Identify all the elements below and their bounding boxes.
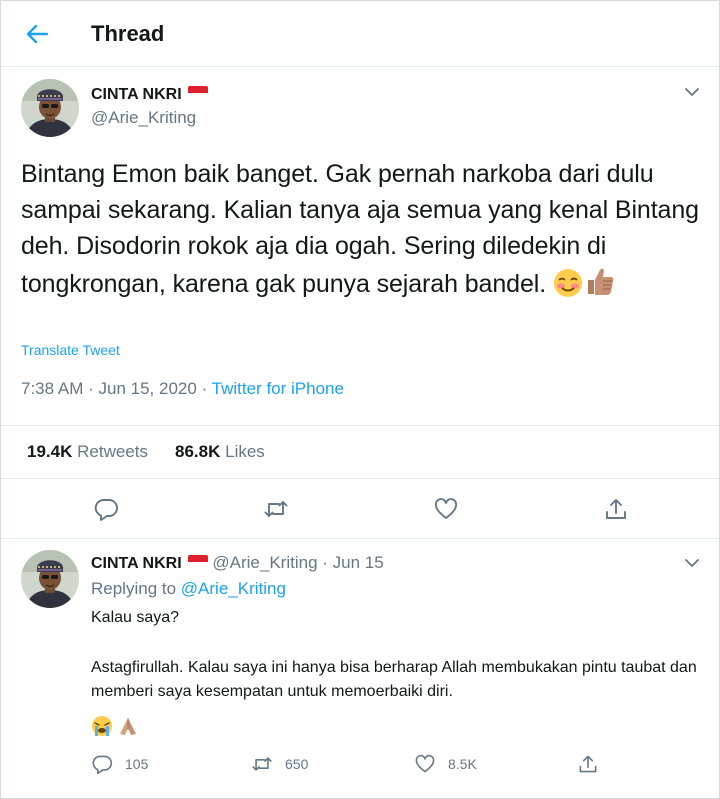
like-button[interactable]	[433, 496, 459, 522]
likes-label: Likes	[225, 442, 265, 461]
tweet-stats: 19.4K Retweets 86.8K Likes	[1, 425, 719, 479]
author-name-text: CINTA NKRI	[91, 86, 182, 103]
tweet-meta: 7:38 AM · Jun 15, 2020 · Twitter for iPh…	[21, 379, 344, 399]
back-button[interactable]	[21, 19, 53, 49]
retweet-button[interactable]	[263, 496, 289, 522]
reply-reply-button[interactable]: 105	[91, 751, 148, 777]
replying-to-label: Replying to	[91, 579, 177, 598]
reply-line-1: Kalau saya?	[91, 609, 180, 626]
likes-count: 86.8K	[175, 442, 221, 461]
tweet-menu-button[interactable]	[683, 83, 701, 101]
reply-button[interactable]	[93, 496, 119, 522]
retweet-count: 650	[285, 756, 309, 772]
folded-hands-emoji	[120, 718, 137, 735]
author-handle[interactable]: @Arie_Kriting	[91, 108, 196, 128]
like-count: 8.5K	[448, 756, 477, 772]
page-title: Thread	[91, 21, 165, 46]
reply-icon	[94, 499, 118, 521]
reply-author-handle[interactable]: @Arie_Kriting	[212, 553, 317, 572]
reply-text: Kalau saya? Astagfirullah. Kalau saya in…	[91, 606, 701, 704]
reply-date[interactable]: Jun 15	[333, 553, 384, 572]
share-button[interactable]	[603, 496, 629, 522]
translate-tweet-link[interactable]: Translate Tweet	[21, 342, 120, 358]
crying-face-emoji	[92, 716, 112, 736]
thumbs-up-emoji	[583, 264, 617, 308]
retweet-icon	[252, 757, 272, 771]
share-icon	[579, 755, 597, 773]
tweet-date[interactable]: Jun 15, 2020	[99, 379, 197, 398]
reply-line-2: Astagfirullah. Kalau saya ini hanya bisa…	[91, 659, 697, 700]
reply-like-button[interactable]: 8.5K	[414, 751, 477, 777]
meta-separator: ·	[88, 379, 94, 398]
reply-count: 105	[125, 756, 149, 772]
reply-retweet-button[interactable]: 650	[251, 751, 308, 777]
reply-emojis	[91, 715, 139, 742]
reply-actions: 105 650 8.5K	[91, 751, 701, 779]
indonesia-flag-icon	[187, 86, 208, 100]
indonesia-flag-icon	[187, 555, 208, 569]
meta-separator: ·	[201, 379, 208, 398]
likes-stat[interactable]: 86.8K Likes	[175, 442, 265, 462]
page-header: Thread	[1, 1, 719, 67]
tweet-time[interactable]: 7:38 AM	[21, 379, 83, 398]
tweet-text: Bintang Emon baik banget. Gak pernah nar…	[21, 156, 701, 308]
reply-header: CINTA NKRI @Arie_Kriting · Jun 15	[91, 553, 384, 573]
tweet-source-link[interactable]: Twitter for iPhone	[212, 379, 344, 398]
replying-to: Replying to @Arie_Kriting	[91, 579, 286, 599]
chevron-down-icon	[685, 559, 699, 567]
smiling-blush-emoji	[553, 268, 583, 308]
like-icon	[434, 498, 458, 519]
retweet-icon	[264, 501, 288, 517]
reply-icon	[92, 755, 113, 775]
reply-share-button[interactable]	[577, 751, 599, 777]
author-name[interactable]: CINTA NKRI	[91, 86, 208, 104]
like-icon	[415, 754, 435, 773]
meta-separator: ·	[322, 553, 328, 572]
reply-menu-button[interactable]	[683, 554, 701, 572]
replying-to-handle-link[interactable]: @Arie_Kriting	[181, 579, 286, 598]
tweet-thread-page: Thread CINTA NKRI @Arie_Kriting Bintang …	[0, 0, 720, 799]
retweets-label: Retweets	[77, 442, 148, 461]
retweets-stat[interactable]: 19.4K Retweets	[27, 442, 148, 462]
tweet-actions	[1, 479, 719, 539]
avatar[interactable]	[21, 550, 79, 608]
retweets-count: 19.4K	[27, 442, 73, 461]
back-arrow-icon	[26, 24, 49, 44]
avatar[interactable]	[21, 79, 79, 137]
share-icon	[606, 499, 626, 519]
reply-author-name[interactable]: CINTA NKRI	[91, 555, 182, 572]
chevron-down-icon	[685, 88, 699, 96]
